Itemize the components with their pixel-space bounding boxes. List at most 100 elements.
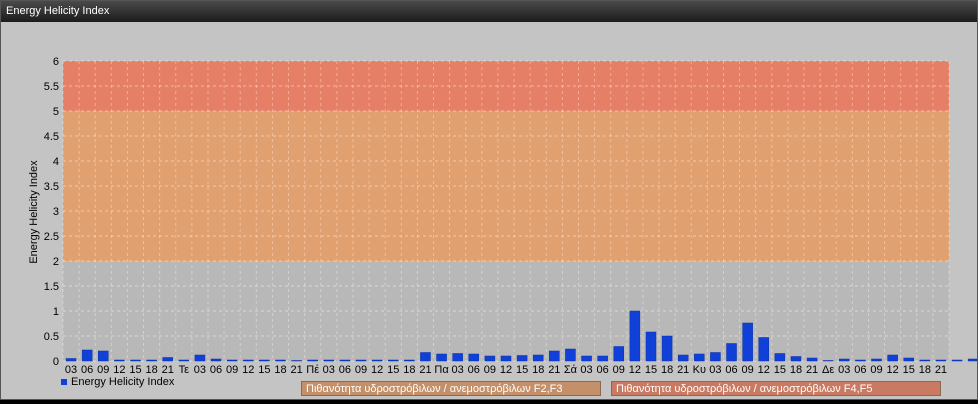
bar-8[interactable] — [194, 354, 206, 362]
bar-36[interactable] — [645, 331, 657, 362]
bar-50[interactable] — [871, 358, 882, 362]
x-tick-label-50: 09 — [870, 364, 882, 376]
bar-34[interactable] — [613, 346, 625, 362]
bar-43[interactable] — [758, 337, 769, 362]
bar-42[interactable] — [742, 322, 753, 362]
x-tick-label-14: 21 — [290, 364, 302, 376]
bar-11[interactable] — [243, 359, 254, 362]
bar-33[interactable] — [597, 355, 608, 362]
x-tick-label-7: Τε — [179, 364, 190, 376]
bar-38[interactable] — [677, 354, 689, 362]
x-tick-label-53: 18 — [919, 364, 931, 376]
x-tick-label-8: 03 — [194, 364, 206, 376]
bar-46[interactable] — [806, 357, 818, 362]
bar-23[interactable] — [436, 353, 447, 362]
bar-26[interactable] — [484, 355, 496, 362]
x-tick-label-17: 06 — [339, 364, 351, 376]
x-tick-label-47: Δε — [822, 364, 834, 376]
legend-label: Energy Helicity Index — [71, 376, 175, 388]
y-tick-label-5: 2.5 — [44, 231, 59, 243]
x-tick-label-31: Σά — [564, 364, 578, 376]
bar-25[interactable] — [468, 353, 480, 362]
bar-2[interactable] — [98, 350, 109, 362]
bar-47[interactable] — [822, 360, 834, 362]
x-tick-label-4: 15 — [129, 364, 141, 376]
bar-6[interactable] — [162, 357, 173, 362]
x-tick-label-15: Πέ — [306, 364, 319, 376]
bar-16[interactable] — [323, 359, 335, 362]
bar-54[interactable] — [935, 359, 947, 362]
bar-28[interactable] — [516, 355, 528, 362]
bar-9[interactable] — [210, 358, 222, 362]
bar-39[interactable] — [694, 353, 705, 362]
bar-7[interactable] — [178, 359, 190, 362]
x-tick-label-52: 15 — [903, 364, 915, 376]
bar-31[interactable] — [565, 348, 576, 362]
x-tick-label-24: 03 — [452, 364, 464, 376]
x-tick-label-0: 03 — [65, 364, 77, 376]
y-tick-label-11: 5.5 — [44, 81, 59, 93]
x-tick-label-13: 18 — [274, 364, 286, 376]
bar-48[interactable] — [839, 358, 850, 362]
bar-24[interactable] — [452, 353, 463, 362]
bar-10[interactable] — [226, 359, 238, 362]
x-tick-label-9: 06 — [210, 364, 222, 376]
bar-1[interactable] — [81, 349, 93, 362]
band-legend-f2-f3: Πιθανότητα υδροστρόβιλων / ανεμοστρόβιλω… — [301, 381, 601, 396]
x-tick-label-38: 21 — [677, 364, 689, 376]
series-legend[interactable]: Energy Helicity Index — [61, 376, 174, 388]
bar-19[interactable] — [371, 359, 383, 362]
ehi-bar-chart: 0 0.5 1 1.5 2 2.5 3 3.5 4 4.5 5 5.5 6 03 06 09 12 15 18 21… — [28, 56, 978, 376]
bar-13[interactable] — [275, 359, 286, 362]
x-tick-label-22: 21 — [419, 364, 431, 376]
x-tick-label-10: 09 — [226, 364, 238, 376]
band-legend-f4-f5: Πιθανότητα υδροστρόβιλων / ανεμοστρόβιλω… — [611, 381, 941, 396]
bar-52[interactable] — [903, 357, 914, 362]
bar-53[interactable] — [919, 359, 931, 362]
bar-56[interactable] — [967, 358, 978, 362]
bar-18[interactable] — [355, 359, 367, 362]
x-tick-label-49: 06 — [854, 364, 866, 376]
x-tick-label-36: 15 — [645, 364, 657, 376]
bar-3[interactable] — [114, 359, 125, 362]
bar-17[interactable] — [339, 359, 351, 362]
bar-45[interactable] — [790, 356, 802, 362]
x-tick-label-33: 06 — [597, 364, 609, 376]
x-tick-label-20: 15 — [387, 364, 399, 376]
bar-35[interactable] — [629, 310, 641, 362]
bar-44[interactable] — [774, 353, 786, 362]
bar-0[interactable] — [65, 358, 77, 362]
x-tick-label-28: 15 — [516, 364, 528, 376]
bar-55[interactable] — [951, 359, 963, 362]
x-tick-label-45: 18 — [790, 364, 802, 376]
bar-29[interactable] — [532, 354, 544, 362]
x-tick-label-25: 06 — [468, 364, 480, 376]
bar-15[interactable] — [307, 359, 318, 362]
x-tick-label-40: 03 — [709, 364, 721, 376]
x-tick-label-32: 03 — [580, 364, 592, 376]
bar-41[interactable] — [726, 343, 737, 362]
y-tick-label-6: 3 — [53, 206, 59, 218]
window-title: Energy Helicity Index — [1, 1, 977, 22]
bar-37[interactable] — [661, 335, 673, 362]
x-tick-label-18: 09 — [355, 364, 367, 376]
y-tick-label-2: 1 — [53, 306, 59, 318]
x-tick-label-54: 21 — [935, 364, 947, 376]
bar-32[interactable] — [581, 355, 592, 362]
bar-27[interactable] — [500, 355, 512, 362]
bar-40[interactable] — [710, 352, 721, 362]
bar-21[interactable] — [404, 359, 415, 362]
x-tick-label-37: 18 — [661, 364, 673, 376]
bar-22[interactable] — [420, 352, 431, 362]
x-tick-label-26: 09 — [484, 364, 496, 376]
bar-14[interactable] — [291, 360, 302, 362]
bar-30[interactable] — [549, 350, 560, 362]
bar-51[interactable] — [887, 354, 898, 362]
bar-5[interactable] — [146, 359, 157, 362]
bar-20[interactable] — [387, 359, 399, 362]
x-tick-label-3: 12 — [113, 364, 125, 376]
bar-4[interactable] — [130, 359, 141, 362]
bar-49[interactable] — [855, 359, 866, 362]
bar-12[interactable] — [259, 359, 270, 362]
x-tick-label-6: 21 — [162, 364, 174, 376]
